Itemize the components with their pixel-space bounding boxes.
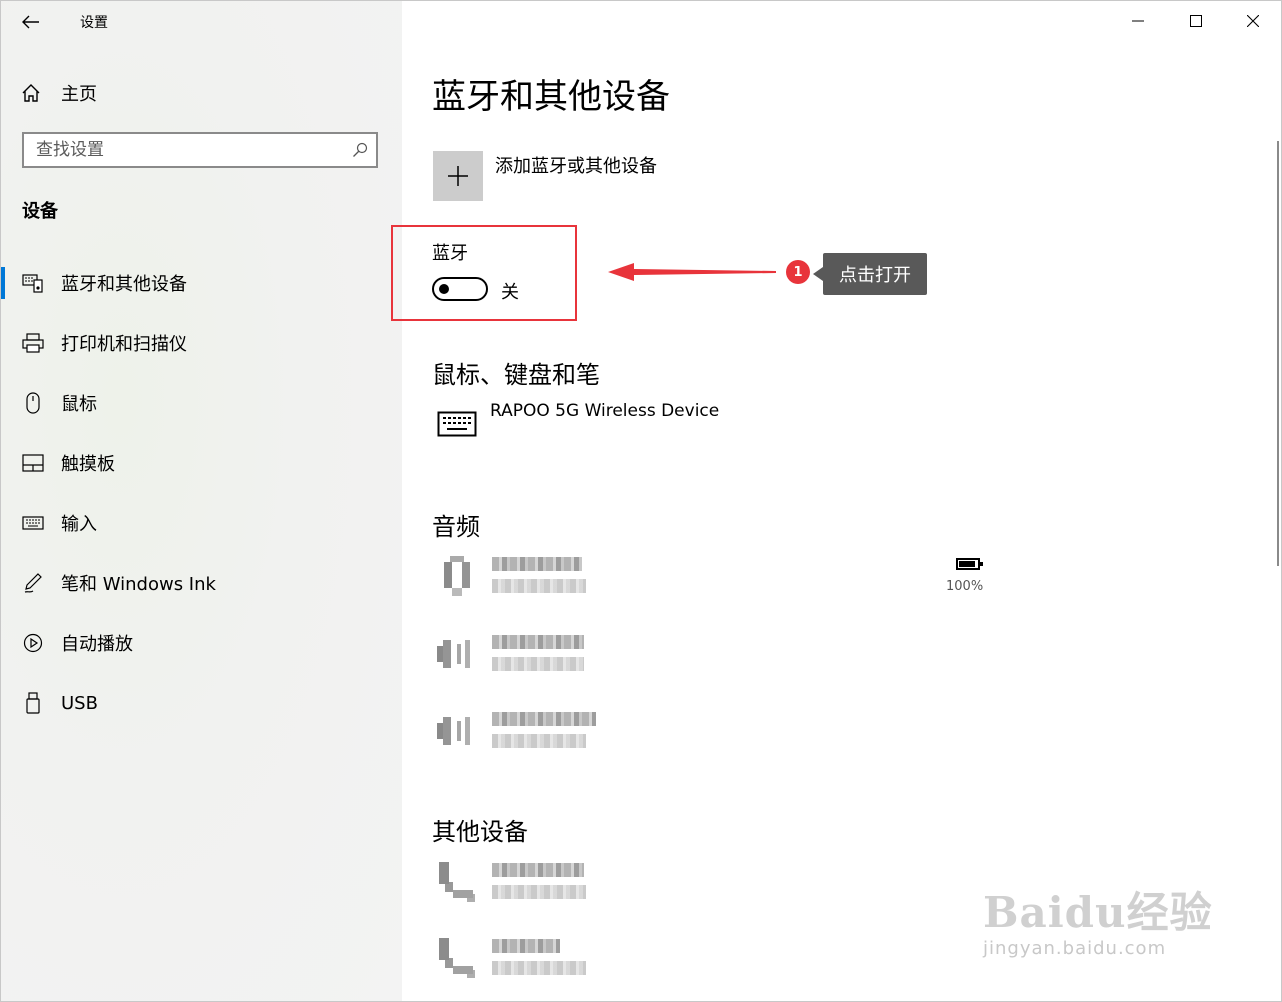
audio-device-item[interactable]: [432, 706, 1032, 766]
autoplay-icon: [21, 633, 45, 653]
add-device-label[interactable]: 添加蓝牙或其他设备: [495, 152, 657, 178]
speaker-icon: [432, 629, 482, 679]
speaker-icon: [432, 706, 482, 756]
blurred-device-name: [492, 863, 584, 877]
sidebar-item-autoplay[interactable]: 自动播放: [1, 621, 402, 665]
section-other-title: 其他设备: [432, 818, 528, 846]
sidebar-item-printers[interactable]: 打印机和扫描仪: [1, 321, 402, 365]
watermark: Baidu经验 jingyan.baidu.com: [983, 879, 1213, 959]
search-input[interactable]: [36, 139, 336, 161]
battery-percentage: 100%: [946, 579, 984, 594]
plus-icon: [448, 166, 468, 186]
battery-icon: [956, 558, 983, 570]
pen-icon: [21, 572, 45, 594]
blurred-device-name: [492, 939, 560, 953]
device-name: RAPOO 5G Wireless Device: [490, 401, 720, 421]
blurred-device-status: [492, 885, 586, 899]
blurred-device-status: [492, 657, 584, 671]
usb-icon: [21, 692, 45, 714]
sidebar-item-label: 鼠标: [61, 394, 97, 415]
audio-device-item[interactable]: [432, 551, 1032, 611]
active-indicator: [1, 267, 5, 299]
other-device-item[interactable]: [432, 933, 1032, 993]
close-icon: [1247, 15, 1259, 27]
printer-icon: [21, 333, 45, 353]
search-box: [22, 132, 378, 168]
other-device-item[interactable]: [432, 857, 1032, 917]
back-button[interactable]: [13, 7, 49, 37]
main-content: 蓝牙和其他设备 添加蓝牙或其他设备 蓝牙 关 鼠标、键盘和笔 RAPOO 5G …: [402, 1, 1281, 1001]
add-device-button[interactable]: [433, 151, 483, 201]
keyboard-icon: [21, 516, 45, 530]
maximize-icon: [1190, 15, 1202, 27]
back-arrow-icon: [22, 15, 39, 29]
sidebar-item-bluetooth[interactable]: 蓝牙和其他设备: [1, 261, 402, 305]
sidebar-item-touchpad[interactable]: 触摸板: [1, 441, 402, 485]
battery-fill: [959, 561, 975, 567]
bluetooth-devices-icon: [21, 273, 45, 293]
annotation-arrow-icon: [608, 263, 776, 281]
section-audio-title: 音频: [432, 513, 480, 541]
settings-window: 设置 主页 设备 蓝牙和其他设备 打印机和扫描仪: [0, 0, 1282, 1002]
phone-icon: [432, 933, 482, 983]
sidebar-item-label: 触摸板: [61, 454, 115, 475]
device-item[interactable]: RAPOO 5G Wireless Device: [432, 399, 1032, 459]
blurred-device-name: [492, 557, 582, 571]
nav-home-label: 主页: [61, 84, 97, 105]
minimize-icon: [1132, 20, 1144, 22]
audio-device-item[interactable]: [432, 629, 1032, 689]
maximize-button[interactable]: [1173, 1, 1219, 41]
sidebar-item-label: 输入: [61, 514, 97, 535]
scrollbar[interactable]: [1277, 141, 1279, 566]
phone-icon: [432, 857, 482, 907]
sidebar-item-usb[interactable]: USB: [1, 681, 402, 725]
close-button[interactable]: [1230, 1, 1276, 41]
mouse-icon: [21, 392, 45, 414]
sidebar: 设置 主页 设备 蓝牙和其他设备 打印机和扫描仪: [1, 1, 402, 1001]
blurred-device-name: [492, 712, 596, 726]
search-icon[interactable]: [352, 142, 368, 162]
sidebar-item-label: 蓝牙和其他设备: [61, 274, 187, 295]
sidebar-item-typing[interactable]: 输入: [1, 501, 402, 545]
sidebar-item-label: 打印机和扫描仪: [61, 334, 187, 355]
app-title: 设置: [80, 15, 108, 31]
sidebar-item-pen[interactable]: 笔和 Windows Ink: [1, 561, 402, 605]
watermark-url: jingyan.baidu.com: [983, 938, 1167, 959]
blurred-device-status: [492, 961, 586, 975]
annotation-tooltip: 点击打开: [813, 253, 927, 295]
sidebar-item-label: 自动播放: [61, 634, 133, 655]
sidebar-item-label: USB: [61, 692, 98, 714]
nav-home[interactable]: 主页: [1, 73, 402, 113]
highlight-box: [391, 225, 577, 321]
blurred-device-name: [492, 635, 584, 649]
watermark-brand: Baidu经验: [983, 888, 1213, 937]
minimize-button[interactable]: [1115, 1, 1161, 41]
touchpad-icon: [21, 454, 45, 472]
sidebar-item-mouse[interactable]: 鼠标: [1, 381, 402, 425]
blurred-device-status: [492, 579, 586, 593]
step-badge: 1: [786, 260, 810, 284]
section-title: 设备: [22, 201, 58, 222]
keyboard-icon: [432, 399, 482, 449]
section-mouse-keyboard-pen-title: 鼠标、键盘和笔: [432, 361, 600, 389]
home-icon: [21, 84, 45, 102]
page-title: 蓝牙和其他设备: [432, 77, 670, 117]
blurred-device-status: [492, 734, 586, 748]
headphones-icon: [432, 551, 482, 601]
sidebar-item-label: 笔和 Windows Ink: [61, 574, 216, 595]
